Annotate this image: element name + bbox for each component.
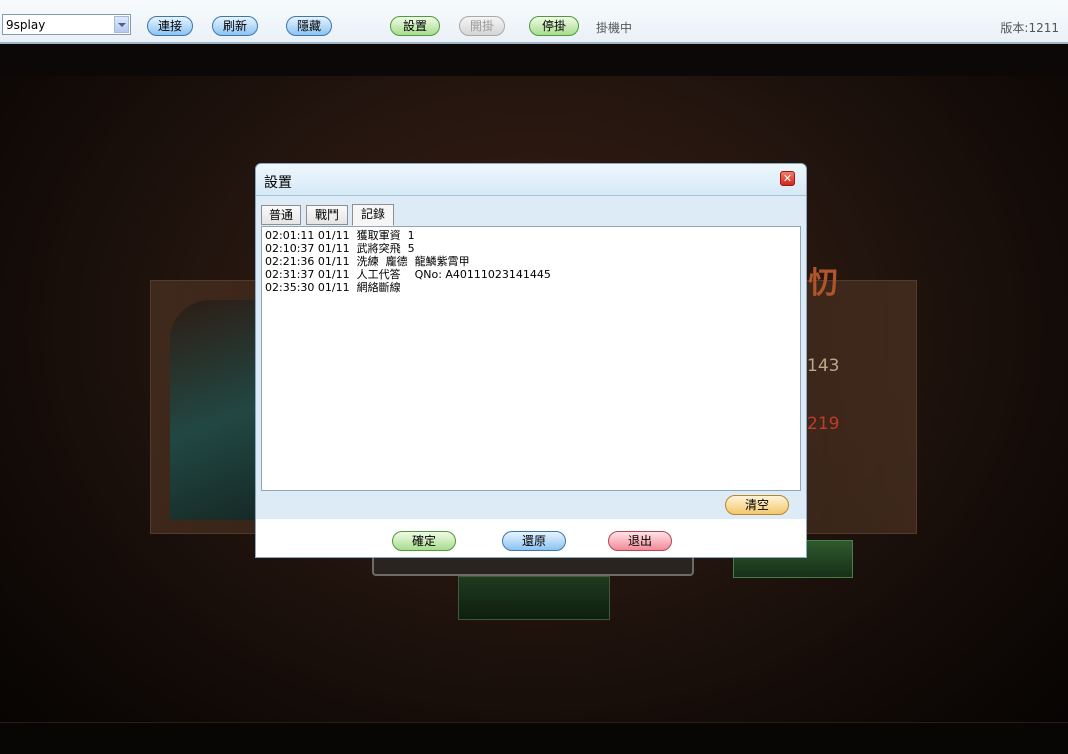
version-text: 版本:1211 [1000, 21, 1059, 35]
dialog-title: 設置 [264, 175, 292, 191]
log-line: 02:31:37 01/11 人工代答 QNo: A40111023141445 [265, 268, 551, 281]
stop-hang-button[interactable]: 停掛 [529, 16, 579, 36]
tab-battle[interactable]: 戰鬥 [306, 205, 348, 225]
tab-general[interactable]: 普通 [261, 205, 301, 225]
dialog-footer: 確定 還原 退出 [256, 519, 806, 557]
log-line: 02:01:11 01/11 獲取軍資 1 [265, 229, 415, 242]
log-line: 02:35:30 01/11 網絡斷線 [265, 281, 401, 294]
server-select[interactable]: 9splay [2, 14, 131, 35]
connect-button[interactable]: 連接 [147, 16, 193, 36]
status-text: 掛機中 [596, 21, 633, 35]
game-top-border [0, 44, 1068, 76]
log-line: 02:10:37 01/11 武將突飛 5 [265, 242, 415, 255]
top-toolbar: 9splay 連接 刷新 隱藏 設置 開掛 停掛 掛機中 版本:1211 [0, 0, 1068, 44]
game-number-2: 219 [807, 414, 840, 434]
dialog-titlebar[interactable]: 設置 ✕ [256, 164, 806, 196]
log-line: 02:21:36 01/11 洗練 龐德 龍鱗紫霄甲 [265, 255, 470, 268]
clear-button[interactable]: 清空 [725, 495, 789, 515]
start-hang-button[interactable]: 開掛 [459, 16, 505, 36]
settings-dialog: 設置 ✕ 普通 戰鬥 記錄 02:01:11 01/11 獲取軍資 1 02:1… [255, 163, 807, 558]
confirm-button[interactable]: 確定 [392, 531, 456, 551]
game-bottom-border [0, 722, 1068, 754]
refresh-button[interactable]: 刷新 [212, 16, 258, 36]
game-character-art [170, 300, 260, 520]
restore-button[interactable]: 還原 [502, 531, 566, 551]
close-icon[interactable]: ✕ [780, 171, 795, 186]
game-logo-fragment: 忉 [808, 266, 838, 301]
settings-button[interactable]: 設置 [390, 16, 440, 36]
server-select-value: 9splay [6, 18, 46, 32]
exit-button[interactable]: 退出 [608, 531, 672, 551]
game-number-1: 143 [807, 356, 840, 376]
game-login-button[interactable] [458, 576, 610, 620]
chevron-down-icon[interactable] [114, 16, 129, 33]
log-textarea[interactable]: 02:01:11 01/11 獲取軍資 1 02:10:37 01/11 武將突… [261, 226, 801, 491]
dialog-body: 普通 戰鬥 記錄 02:01:11 01/11 獲取軍資 1 02:10:37 … [256, 196, 806, 519]
hide-button[interactable]: 隱藏 [286, 16, 332, 36]
tab-log[interactable]: 記錄 [352, 204, 394, 226]
